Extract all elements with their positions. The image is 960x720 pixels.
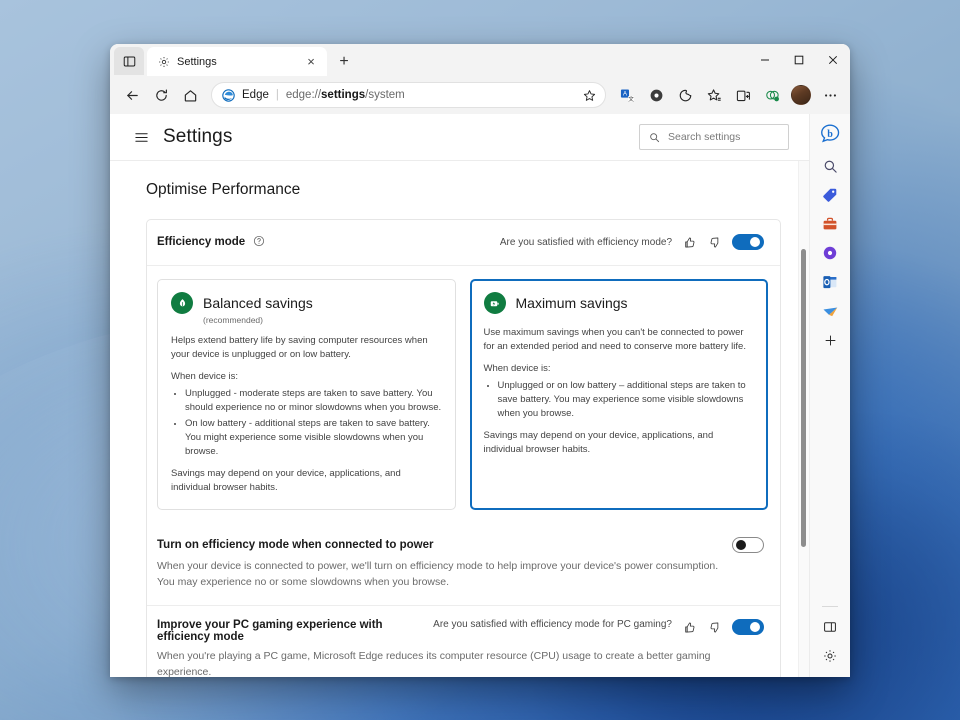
url-text: edge://settings/system	[286, 89, 570, 101]
tab-search-icon[interactable]	[114, 47, 144, 75]
home-icon[interactable]	[176, 81, 204, 109]
copilot-icon[interactable]: b	[816, 120, 844, 148]
search-settings-input[interactable]: Search settings	[639, 124, 789, 150]
browser-tab[interactable]: Settings ×	[147, 47, 327, 76]
svg-text:文: 文	[628, 95, 634, 103]
maximum-savings-title: Maximum savings	[516, 295, 628, 311]
split-pane-icon[interactable]	[816, 613, 844, 641]
thumbs-up-icon[interactable]	[680, 233, 698, 251]
balanced-bullet-list: Unplugged - moderate steps are taken to …	[171, 387, 442, 459]
pc-gaming-row: Improve your PC gaming experience with e…	[147, 605, 780, 677]
translate-icon[interactable]: A 文	[613, 81, 641, 109]
maximum-savings-card[interactable]: Maximum savings Use maximum savings when…	[470, 279, 769, 510]
balanced-footer: Savings may depend on your device, appli…	[171, 467, 442, 495]
leaf-balanced-icon	[171, 292, 193, 314]
ellipsis-icon[interactable]	[816, 81, 844, 109]
maximum-when-label: When device is:	[484, 362, 755, 376]
balanced-savings-body: Helps extend battery life by saving comp…	[171, 334, 442, 495]
search-placeholder: Search settings	[668, 131, 740, 143]
svg-text:b: b	[827, 129, 833, 140]
collections-icon[interactable]	[729, 81, 757, 109]
hamburger-icon[interactable]	[128, 124, 154, 150]
balanced-savings-card[interactable]: Balanced savings (recommended) Helps ext…	[157, 279, 456, 510]
minimize-button[interactable]	[748, 44, 782, 76]
settings-page: Optimise Performance Efficiency mode	[110, 161, 809, 677]
svg-text:A: A	[622, 91, 626, 97]
maximum-bullet: Unplugged or on low battery – additional…	[498, 379, 755, 421]
search-icon	[649, 132, 660, 143]
maximum-footer: Savings may depend on your device, appli…	[484, 429, 755, 457]
close-icon[interactable]: ×	[301, 52, 321, 72]
close-window-button[interactable]	[816, 44, 850, 76]
balanced-savings-title: Balanced savings	[203, 295, 313, 311]
copilot-icon[interactable]	[642, 81, 670, 109]
refresh-icon[interactable]	[147, 81, 175, 109]
window-body: Settings Search settings Optimise Perfor…	[110, 114, 850, 677]
omnibox-divider: |	[276, 89, 279, 101]
balanced-recommended-label: (recommended)	[203, 315, 442, 325]
settings-header: Settings Search settings	[110, 114, 809, 161]
games-icon[interactable]	[816, 297, 844, 325]
edge-sidebar: b	[809, 114, 850, 677]
settings-card: Efficiency mode Are you satisfie	[146, 219, 781, 677]
pc-gaming-description: When you're playing a PC game, Microsoft…	[157, 649, 732, 677]
profile-avatar[interactable]	[787, 81, 815, 109]
edge-brand-label: Edge	[242, 89, 269, 101]
efficiency-on-power-label: Turn on efficiency mode when connected t…	[157, 539, 433, 551]
gear-icon	[158, 56, 170, 68]
outlook-icon[interactable]	[816, 268, 844, 296]
settings-scroll-area: Optimise Performance Efficiency mode	[110, 161, 809, 677]
address-bar[interactable]: Edge | edge://settings/system	[211, 82, 606, 108]
split-screen-icon[interactable]	[758, 81, 786, 109]
add-icon[interactable]	[816, 326, 844, 354]
browser-essentials-icon[interactable]	[671, 81, 699, 109]
back-arrow-icon[interactable]	[118, 81, 146, 109]
edge-logo-icon	[222, 89, 235, 102]
pc-gaming-toggle[interactable]	[732, 619, 764, 635]
maximum-bullet-list: Unplugged or on low battery – additional…	[484, 379, 755, 421]
pc-gaming-feedback-question: Are you satisfied with efficiency mode f…	[433, 619, 672, 630]
balanced-bullet: Unplugged - moderate steps are taken to …	[185, 387, 442, 415]
battery-max-icon	[484, 292, 506, 314]
add-favorite-icon[interactable]	[700, 81, 728, 109]
section-heading: Optimise Performance	[146, 181, 781, 199]
sidebar-search-icon[interactable]	[816, 152, 844, 180]
microsoft365-icon[interactable]	[816, 239, 844, 267]
efficiency-mode-row: Efficiency mode Are you satisfie	[147, 220, 780, 265]
star-icon[interactable]	[577, 83, 601, 107]
settings-gear-icon[interactable]	[816, 642, 844, 670]
page-title: Settings	[163, 126, 232, 148]
balanced-bullet: On low battery - additional steps are ta…	[185, 417, 442, 459]
pc-gaming-label: Improve your PC gaming experience with e…	[157, 619, 407, 643]
savings-mode-options: Balanced savings (recommended) Helps ext…	[147, 265, 780, 524]
new-tab-button[interactable]: +	[334, 52, 354, 72]
maximize-button[interactable]	[782, 44, 816, 76]
tab-strip: Settings × +	[110, 44, 850, 76]
help-circle-icon[interactable]	[253, 235, 267, 249]
maximum-intro: Use maximum savings when you can't be co…	[484, 326, 755, 354]
thumbs-up-icon[interactable]	[680, 619, 698, 637]
efficiency-on-power-description: When your device is connected to power, …	[157, 559, 732, 591]
avatar	[791, 85, 811, 105]
sidebar-divider	[822, 606, 838, 607]
efficiency-on-power-toggle[interactable]	[732, 537, 764, 553]
efficiency-mode-toggle[interactable]	[732, 234, 764, 250]
thumbs-down-icon[interactable]	[706, 619, 724, 637]
browser-toolbar: Edge | edge://settings/system A 文	[110, 76, 850, 114]
maximum-savings-body: Use maximum savings when you can't be co…	[484, 326, 755, 457]
efficiency-feedback-question: Are you satisfied with efficiency mode?	[500, 237, 672, 248]
balanced-when-label: When device is:	[171, 370, 442, 384]
efficiency-mode-label: Efficiency mode	[157, 236, 245, 248]
scrollbar-thumb[interactable]	[801, 249, 806, 547]
thumbs-down-icon[interactable]	[706, 233, 724, 251]
tools-briefcase-icon[interactable]	[816, 210, 844, 238]
efficiency-on-power-row: Turn on efficiency mode when connected t…	[147, 524, 780, 605]
browser-window: Settings × +	[110, 44, 850, 677]
shopping-tag-icon[interactable]	[816, 181, 844, 209]
tab-title: Settings	[177, 56, 294, 68]
window-controls	[748, 44, 850, 76]
balanced-intro: Helps extend battery life by saving comp…	[171, 334, 442, 362]
settings-content: Settings Search settings Optimise Perfor…	[110, 114, 809, 677]
